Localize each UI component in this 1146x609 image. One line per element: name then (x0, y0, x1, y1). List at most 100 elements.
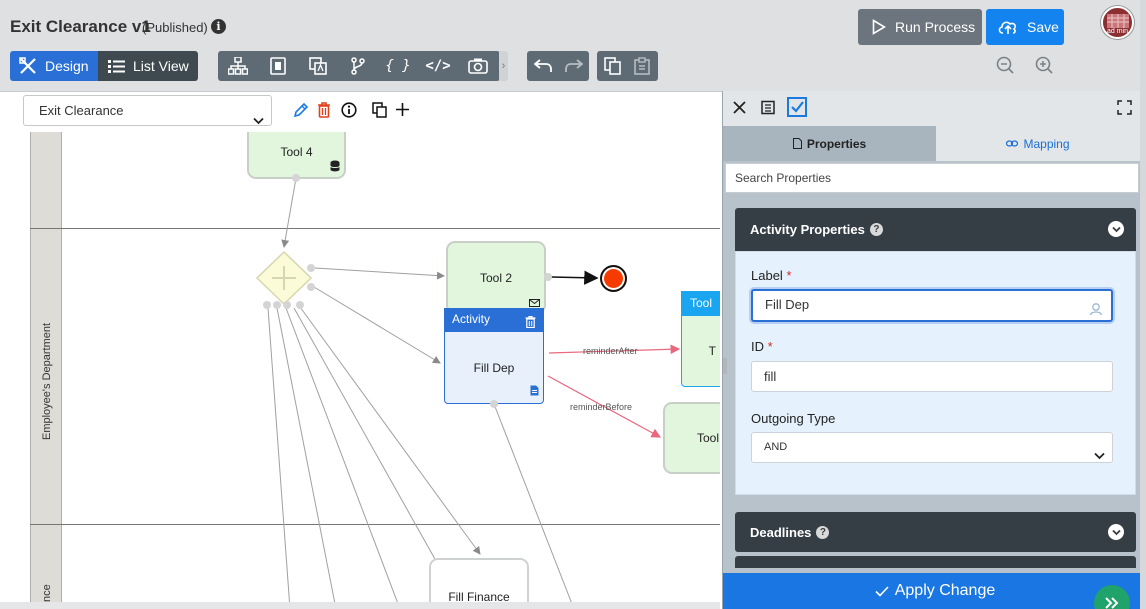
outgoing-type-select[interactable]: AND (751, 432, 1113, 463)
redo-icon[interactable] (558, 51, 589, 81)
info-circle-icon[interactable] (341, 102, 357, 123)
node-tool4[interactable]: Tool 4 (247, 132, 346, 179)
tab-mapping-label: Mapping (1023, 136, 1070, 151)
add-plus-icon[interactable] (395, 102, 410, 122)
edit-pencil-icon[interactable] (293, 102, 309, 123)
end-event[interactable] (600, 265, 627, 292)
connector-handle[interactable] (544, 273, 552, 281)
close-icon[interactable] (732, 100, 747, 120)
design-view-button[interactable]: Design (10, 51, 98, 81)
activity-properties-header[interactable]: Activity Properties ? (735, 208, 1136, 251)
node-tool-partial-label: T (708, 344, 716, 358)
save-button[interactable]: Save (986, 9, 1064, 45)
check-icon (875, 585, 889, 597)
connector-handle[interactable] (273, 301, 281, 309)
chevron-down-icon (253, 106, 264, 135)
node-tool-partial[interactable]: T (681, 315, 720, 387)
node-fill-dep-label: Fill Dep (473, 360, 515, 375)
tab-properties[interactable]: Properties (723, 126, 936, 161)
tool-node-header[interactable]: Tool (681, 291, 720, 315)
expand-icon[interactable] (1117, 100, 1132, 120)
form-icon[interactable] (258, 51, 298, 81)
activity-header[interactable]: Activity (444, 308, 544, 331)
zoom-out-icon[interactable] (996, 56, 1014, 79)
apply-change-label: Apply Change (894, 582, 996, 599)
list-icon (108, 59, 125, 74)
tool-node-header-label: Tool (690, 296, 713, 310)
run-process-label: Run Process (895, 19, 976, 35)
connector-handle[interactable] (292, 174, 300, 182)
zoom-in-icon[interactable] (1035, 56, 1053, 79)
edge-label-reminder-after: reminderAfter (583, 346, 638, 356)
process-canvas[interactable]: Employee's Department nce Tool 4 Tool 2 … (0, 132, 720, 609)
chevron-down-icon[interactable] (1108, 221, 1124, 237)
cloud-upload-icon (998, 19, 1018, 35)
search-properties-input[interactable]: Search Properties (725, 163, 1139, 193)
required-mark: * (767, 339, 773, 354)
history-toolbar (527, 51, 589, 81)
node-tool-right[interactable]: Tool (663, 402, 720, 474)
page-title: Exit Clearance v1 (10, 17, 151, 36)
node-fill-dep[interactable]: Fill Dep (444, 331, 544, 404)
tab-mapping[interactable]: Mapping (936, 126, 1140, 161)
chevron-down-icon[interactable] (1108, 524, 1124, 540)
panel-resize-handle[interactable] (722, 356, 728, 376)
panel-tabs: Properties Mapping (723, 126, 1146, 161)
id-input[interactable]: fill (751, 361, 1113, 392)
save-label: Save (1027, 19, 1059, 35)
publish-status: (Published) (142, 20, 208, 35)
connector-handle[interactable] (263, 301, 271, 309)
help-icon[interactable]: ? (816, 525, 830, 539)
camera-icon[interactable] (458, 51, 498, 81)
help-icon[interactable]: ? (869, 223, 883, 236)
branch-icon[interactable] (338, 51, 378, 81)
info-icon[interactable]: i (211, 19, 226, 34)
node-tool2-label: Tool 2 (479, 270, 513, 285)
panel-layout-icon[interactable] (761, 100, 775, 120)
label-input-value: Fill Dep (765, 297, 810, 312)
duplicate-icon[interactable] (372, 102, 387, 123)
id-field-label: ID * (751, 339, 773, 354)
run-process-button[interactable]: Run Process (858, 9, 982, 45)
label-input[interactable]: Fill Dep (751, 289, 1113, 322)
connector-handle[interactable] (307, 283, 315, 291)
braces-icon[interactable]: { } (378, 51, 418, 81)
play-icon (872, 19, 886, 35)
top-header: Exit Clearance v1 (Published) i Design L… (0, 0, 1146, 92)
delete-trash-icon[interactable] (317, 102, 331, 123)
deadlines-header[interactable]: Deadlines ? (735, 512, 1136, 552)
label-field-text: Label (751, 268, 783, 283)
connector-handle[interactable] (283, 301, 291, 309)
activity-header-label: Activity (452, 312, 491, 326)
id-field-text: ID (751, 339, 764, 354)
connector-handle[interactable] (296, 301, 304, 309)
list-view-button[interactable]: List View (98, 51, 198, 81)
undo-icon[interactable] (527, 51, 558, 81)
user-lookup-icon[interactable] (1089, 298, 1103, 325)
avatar[interactable]: ad min (1101, 6, 1134, 39)
canvas-scrollbar[interactable] (0, 602, 720, 609)
connectors (255, 177, 681, 609)
connector-handle[interactable] (307, 264, 315, 272)
process-select[interactable]: Exit Clearance (23, 95, 272, 126)
translate-icon[interactable] (298, 51, 338, 81)
hierarchy-icon[interactable] (218, 51, 258, 81)
avatar-text: ad min (1106, 28, 1128, 35)
properties-panel: Properties Mapping Search Properties Act… (722, 91, 1146, 609)
code-icon[interactable]: </> (418, 51, 458, 81)
node-tool4-label: Tool 4 (280, 144, 313, 159)
file-icon (792, 138, 802, 149)
toolbar-more-chevron-icon[interactable]: › (499, 51, 508, 81)
node-tool-right-label: Tool (697, 431, 720, 445)
window-scrollbar[interactable] (1140, 0, 1146, 609)
paste-icon[interactable] (627, 51, 657, 81)
connector-handle[interactable] (490, 400, 498, 408)
check-square-icon[interactable] (787, 97, 807, 122)
copy-icon[interactable] (597, 51, 627, 81)
outgoing-type-label: Outgoing Type (751, 411, 836, 426)
deadlines-title: Deadlines (750, 524, 812, 540)
apply-change-button[interactable]: Apply Change (723, 573, 1146, 609)
chevron-down-icon (1094, 443, 1105, 472)
design-toolbar: { } </> (218, 51, 500, 81)
node-tool2[interactable]: Tool 2 (446, 241, 546, 314)
